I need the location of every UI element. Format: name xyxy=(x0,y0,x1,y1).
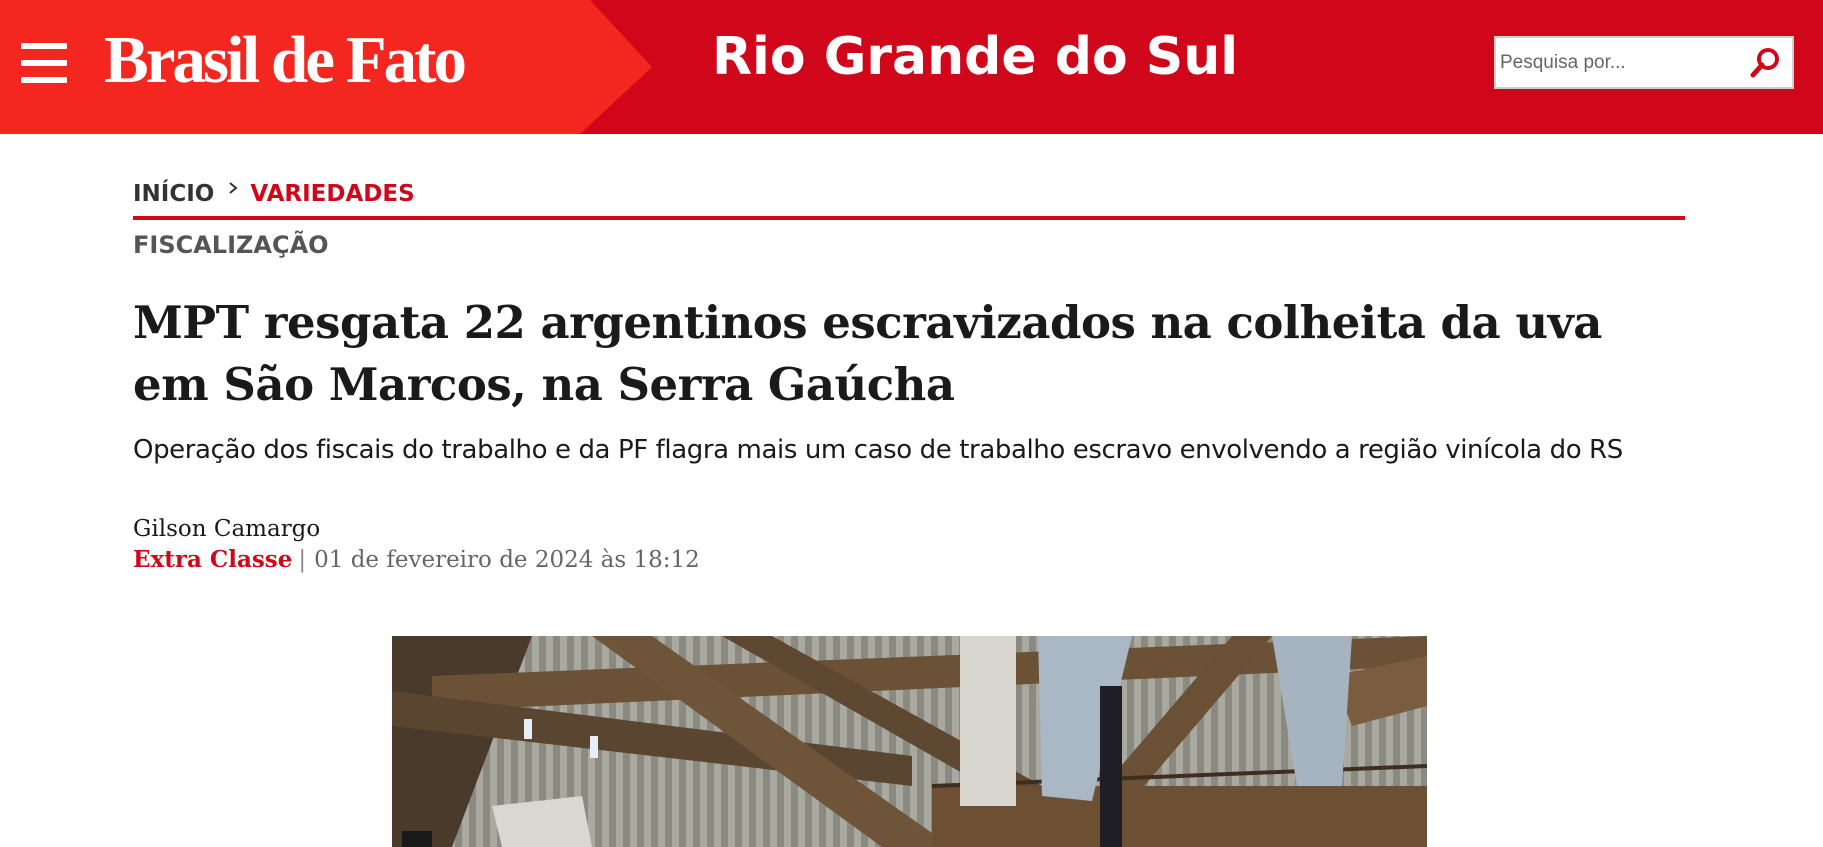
search-button[interactable] xyxy=(1748,46,1782,80)
breadcrumb-divider xyxy=(133,216,1685,220)
search-icon xyxy=(1750,48,1779,78)
meta-divider: | xyxy=(298,547,307,573)
menu-button[interactable] xyxy=(21,43,67,83)
hamburger-menu-icon xyxy=(21,77,67,83)
hamburger-menu-icon xyxy=(21,43,67,49)
hamburger-menu-icon xyxy=(21,60,67,66)
article-date: 01 de fevereiro de 2024 às 18:12 xyxy=(314,547,700,573)
chevron-right-icon xyxy=(229,182,238,194)
barn-interior-image xyxy=(392,636,1427,847)
article-author[interactable]: Gilson Camargo xyxy=(133,513,320,545)
search-box xyxy=(1494,36,1794,89)
article-photo[interactable] xyxy=(392,636,1427,847)
article-headline: MPT resgata 22 argentinos escravizados n… xyxy=(133,296,1602,411)
site-logo[interactable]: Brasil de Fato xyxy=(104,20,467,100)
breadcrumb-section-link[interactable]: VARIEDADES xyxy=(250,181,414,207)
article-meta: Extra Classe | 01 de fevereiro de 2024 às … xyxy=(133,544,700,576)
article-subtitle: Operação dos fiscais do trabalho e da PF… xyxy=(133,435,1623,465)
article-source-link[interactable]: Extra Classe xyxy=(133,546,292,573)
breadcrumb: INÍCIO VARIEDADES xyxy=(133,176,415,212)
site-header: Brasil de Fato Rio Grande do Sul xyxy=(0,0,1823,134)
search-input[interactable] xyxy=(1496,38,1746,87)
section-title[interactable]: Rio Grande do Sul xyxy=(712,25,1238,89)
article-kicker: FISCALIZAÇÃO xyxy=(133,231,329,259)
breadcrumb-home-link[interactable]: INÍCIO xyxy=(133,181,214,207)
